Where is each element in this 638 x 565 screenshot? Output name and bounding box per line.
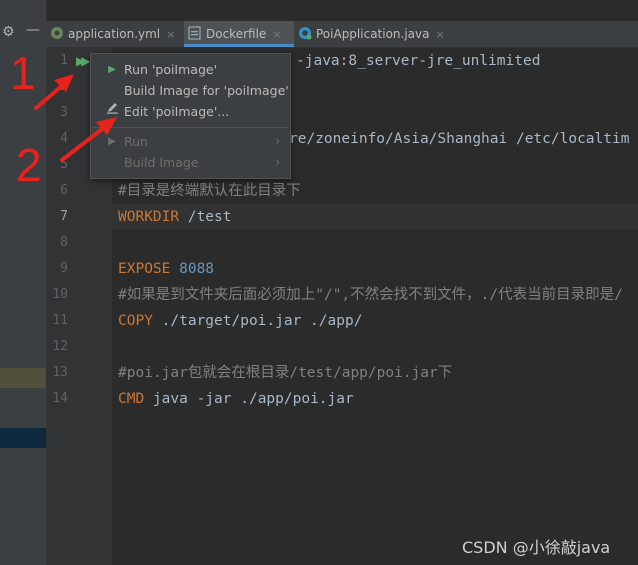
line-number: 10 xyxy=(52,287,68,302)
code-line-7[interactable]: WORKDIR /test xyxy=(118,204,232,230)
line-number: 7 xyxy=(60,209,68,224)
close-icon[interactable]: × xyxy=(272,28,281,41)
code-line-14[interactable]: CMD java -jar ./app/poi.jar xyxy=(118,386,354,412)
tool-window-header: ⚙ — xyxy=(0,22,46,44)
code-line-4[interactable]: re/zoneinfo/Asia/Shanghai /etc/localtim xyxy=(289,126,629,152)
menu-separator xyxy=(93,127,288,128)
line-number: 5 xyxy=(60,157,68,172)
code-line-6[interactable]: #目录是终端默认在此目录下 xyxy=(118,178,301,204)
gear-icon[interactable]: ⚙ xyxy=(2,24,15,40)
tab-label: application.yml xyxy=(68,27,161,41)
line-number: 12 xyxy=(52,339,68,354)
line-number: 9 xyxy=(60,261,68,276)
submenu-arrow-icon: › xyxy=(275,134,280,148)
menu-item-run-poiimage[interactable]: ▶ Run 'poiImage' xyxy=(91,59,290,80)
watermark: CSDN @小徐敲java xyxy=(462,538,611,557)
keyword: CMD xyxy=(118,391,145,407)
tab-label: Dockerfile xyxy=(206,27,267,41)
tab-dockerfile[interactable]: Dockerfile × xyxy=(184,21,294,47)
argument: ./target/poi.jar ./app/ xyxy=(152,313,363,329)
project-tree-highlight xyxy=(0,368,46,388)
line-number: 13 xyxy=(52,365,68,380)
keyword: COPY xyxy=(118,313,153,329)
line-number: 8 xyxy=(60,235,68,250)
run-context-menu: ▶ Run 'poiImage' Build Image for 'poiIma… xyxy=(90,53,291,179)
run-triangle-icon: ▶ xyxy=(108,64,116,75)
port-number: 8088 xyxy=(170,261,215,277)
keyword: EXPOSE xyxy=(118,261,171,277)
run-gutter-icon[interactable]: ▶▶ xyxy=(76,54,91,68)
keyword: WORKDIR xyxy=(118,209,180,225)
argument: java -jar ./app/poi.jar xyxy=(144,391,354,407)
menu-item-run-submenu[interactable]: ▶ Run › xyxy=(91,131,290,152)
line-number: 6 xyxy=(60,183,68,198)
menu-item-edit-poiimage[interactable]: Edit 'poiImage'... xyxy=(91,101,290,122)
close-icon[interactable]: × xyxy=(166,28,175,41)
argument: /test xyxy=(179,209,232,225)
menu-item-build-image[interactable]: Build Image for 'poiImage' xyxy=(91,80,290,101)
line-number: 4 xyxy=(60,131,68,146)
code-line-9[interactable]: EXPOSE 8088 xyxy=(118,256,214,282)
yaml-file-icon xyxy=(50,26,64,43)
java-class-icon xyxy=(298,26,312,43)
close-icon[interactable]: × xyxy=(436,28,445,41)
line-number: 1 xyxy=(60,53,68,68)
line-number: 14 xyxy=(52,391,68,406)
line-number: 11 xyxy=(52,313,68,328)
tab-application-yml[interactable]: application.yml × xyxy=(50,21,182,47)
project-tree-selection xyxy=(0,428,46,448)
annotation-number-1: 1 xyxy=(10,47,36,99)
edit-pencil-icon xyxy=(105,101,119,122)
code-line-10[interactable]: #如果是到文件夹后面必须加上"/",不然会找不到文件，./代表当前目录即是/ xyxy=(118,282,623,308)
menu-item-build-image-submenu[interactable]: Build Image › xyxy=(91,152,290,173)
run-icon: ▶ xyxy=(108,136,116,147)
line-number: 2 xyxy=(60,79,68,94)
docker-file-icon xyxy=(188,25,202,43)
submenu-arrow-icon: › xyxy=(275,155,280,169)
code-line-13[interactable]: #poi.jar包就会在根目录/test/app/poi.jar下 xyxy=(118,360,452,386)
tab-poiapplication-java[interactable]: PoiApplication.java × xyxy=(298,21,454,47)
tab-label: PoiApplication.java xyxy=(316,27,430,41)
minimize-icon[interactable]: — xyxy=(26,22,40,38)
annotation-number-2: 2 xyxy=(16,139,42,191)
line-number: 3 xyxy=(60,105,68,120)
code-line-11[interactable]: COPY ./target/poi.jar ./app/ xyxy=(118,308,362,334)
editor-tab-bar: application.yml × Dockerfile × PoiApplic… xyxy=(46,21,638,48)
code-line-1[interactable]: -java:8_server-jre_unlimited xyxy=(296,48,540,74)
